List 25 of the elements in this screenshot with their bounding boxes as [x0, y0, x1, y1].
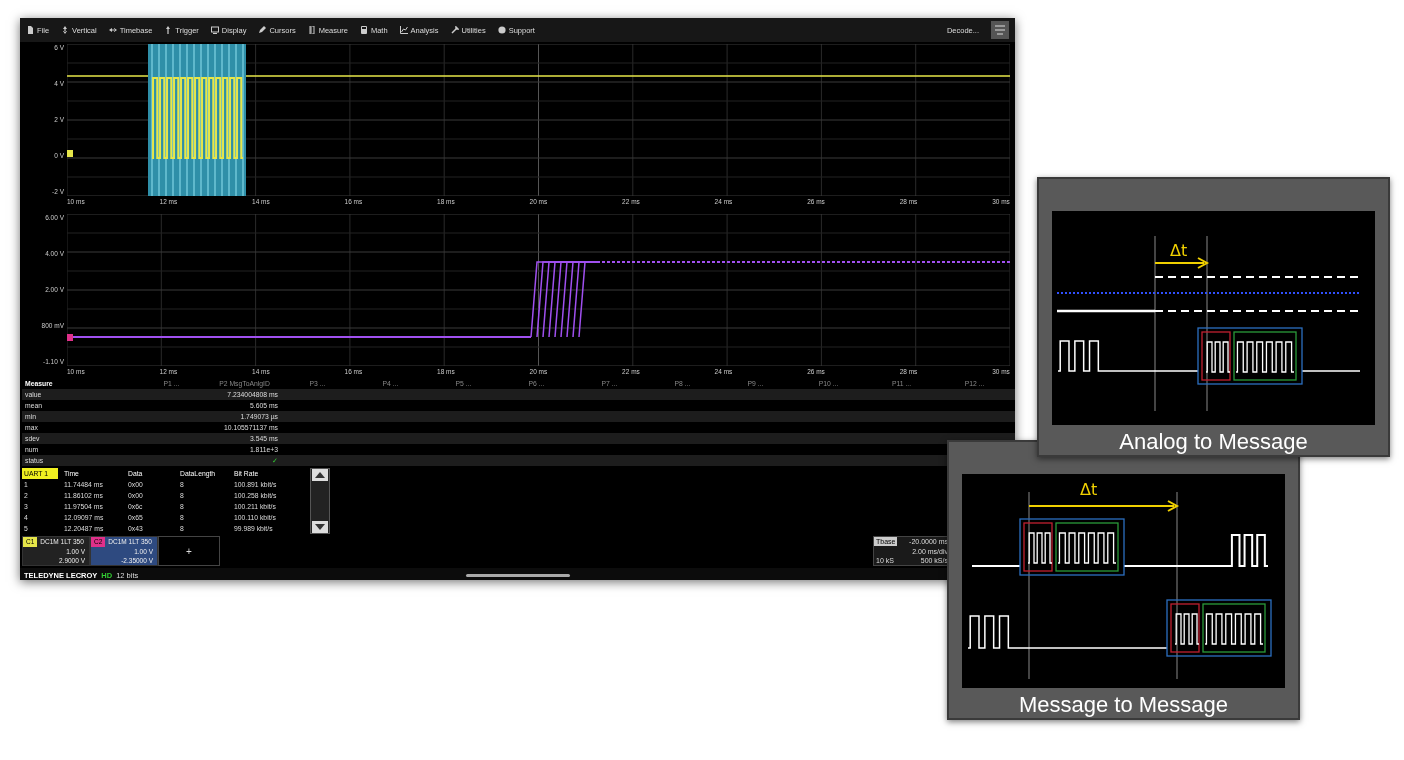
- delta-label: Δt: [1080, 480, 1098, 499]
- delta-label: Δt: [1170, 241, 1188, 260]
- scroll-handle[interactable]: [465, 573, 570, 577]
- document-icon: [26, 26, 34, 34]
- scroll-down-button[interactable]: [312, 521, 328, 533]
- triangle-down-icon: [315, 524, 325, 530]
- monitor-icon: [210, 26, 219, 34]
- add-button[interactable]: +: [158, 536, 220, 566]
- triangle-up-icon: [315, 472, 325, 478]
- circle-icon: [497, 26, 506, 34]
- delta-arrow: [1154, 257, 1210, 269]
- ruler-icon: [307, 26, 316, 34]
- diagram-caption: Analog to Message: [1119, 429, 1308, 455]
- scroll-up-button[interactable]: [312, 469, 328, 481]
- updown-arrow-icon: [61, 26, 70, 34]
- channel-marker[interactable]: [67, 150, 73, 157]
- horizontal-arrow-icon: [108, 26, 117, 34]
- pen-icon: [258, 26, 267, 34]
- diagram-caption: Message to Message: [1018, 692, 1229, 718]
- calculator-icon: [359, 26, 368, 34]
- wrench-icon: [450, 26, 459, 34]
- scrollbar[interactable]: [310, 468, 330, 534]
- chart-icon: [399, 26, 408, 34]
- up-arrow-icon: [164, 26, 173, 34]
- channel-marker[interactable]: [67, 334, 73, 341]
